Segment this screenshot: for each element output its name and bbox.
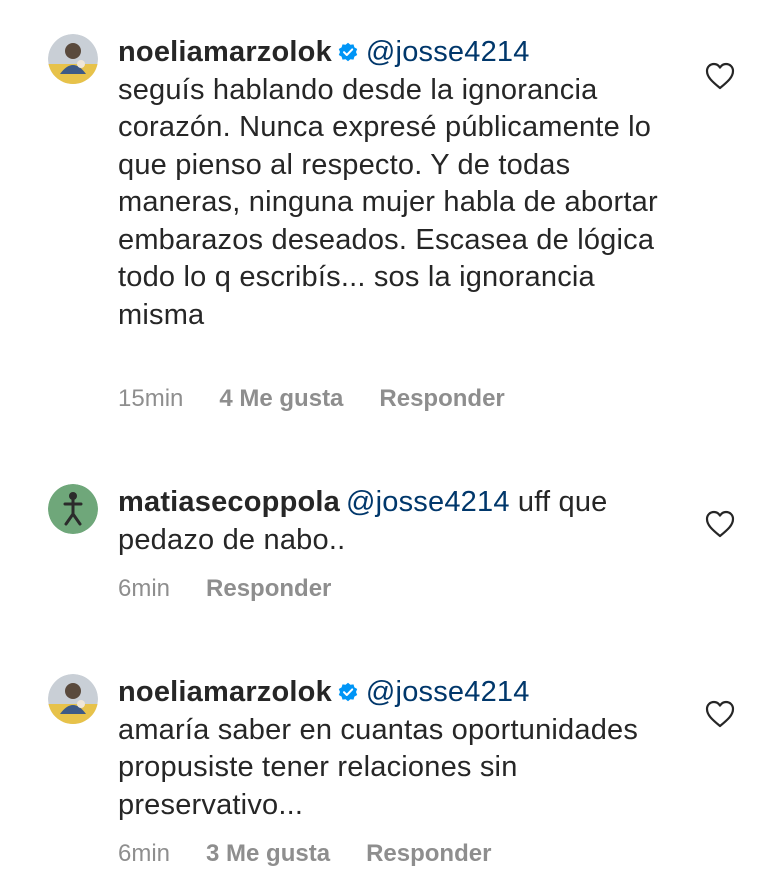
avatar[interactable] bbox=[48, 34, 98, 84]
comment-likes-count[interactable]: 3 Me gusta bbox=[206, 840, 330, 867]
comment-body: noeliamarzolok @josse4214 amaría saber en … bbox=[118, 674, 678, 824]
comment-mention[interactable]: @josse4214 bbox=[346, 486, 510, 518]
verified-badge-icon bbox=[338, 42, 358, 62]
comment-meta: 6min Responder bbox=[118, 574, 367, 604]
comment-timestamp: 6min bbox=[118, 575, 171, 602]
comment-username[interactable]: noeliamarzolok bbox=[118, 36, 332, 68]
heart-outline-icon[interactable] bbox=[705, 62, 735, 90]
reply-button[interactable]: Responder bbox=[206, 575, 331, 602]
comment-body: noeliamarzolok @josse4214 seguís hablando … bbox=[118, 34, 678, 334]
comment-meta: 15min 4 Me gusta Responder bbox=[118, 384, 541, 414]
comment-username[interactable]: matiasecoppola bbox=[118, 486, 340, 518]
comment-likes-count[interactable]: 4 Me gusta bbox=[219, 385, 343, 412]
comment-body: matiasecoppola @josse4214 uff que pedazo … bbox=[118, 484, 678, 559]
comment-text: seguís hablando desde la ignorancia cora… bbox=[118, 73, 658, 331]
heart-outline-icon[interactable] bbox=[705, 700, 735, 728]
reply-button[interactable]: Responder bbox=[366, 840, 491, 867]
comment-username[interactable]: noeliamarzolok bbox=[118, 676, 332, 708]
avatar[interactable] bbox=[48, 484, 98, 534]
comment-timestamp: 6min bbox=[118, 840, 171, 867]
comment-timestamp: 15min bbox=[118, 385, 184, 412]
comment-mention[interactable]: @josse4214 bbox=[366, 36, 530, 68]
verified-badge-icon bbox=[338, 682, 358, 702]
comment-thread: noeliamarzolok @josse4214 seguís hablando … bbox=[0, 0, 767, 877]
reply-button[interactable]: Responder bbox=[379, 385, 504, 412]
comment-meta: 6min 3 Me gusta Responder bbox=[118, 839, 527, 869]
comment-mention[interactable]: @josse4214 bbox=[366, 676, 530, 708]
comment-text: amaría saber en cuantas oportunidades pr… bbox=[118, 713, 639, 821]
avatar[interactable] bbox=[48, 674, 98, 724]
heart-outline-icon[interactable] bbox=[705, 510, 735, 538]
